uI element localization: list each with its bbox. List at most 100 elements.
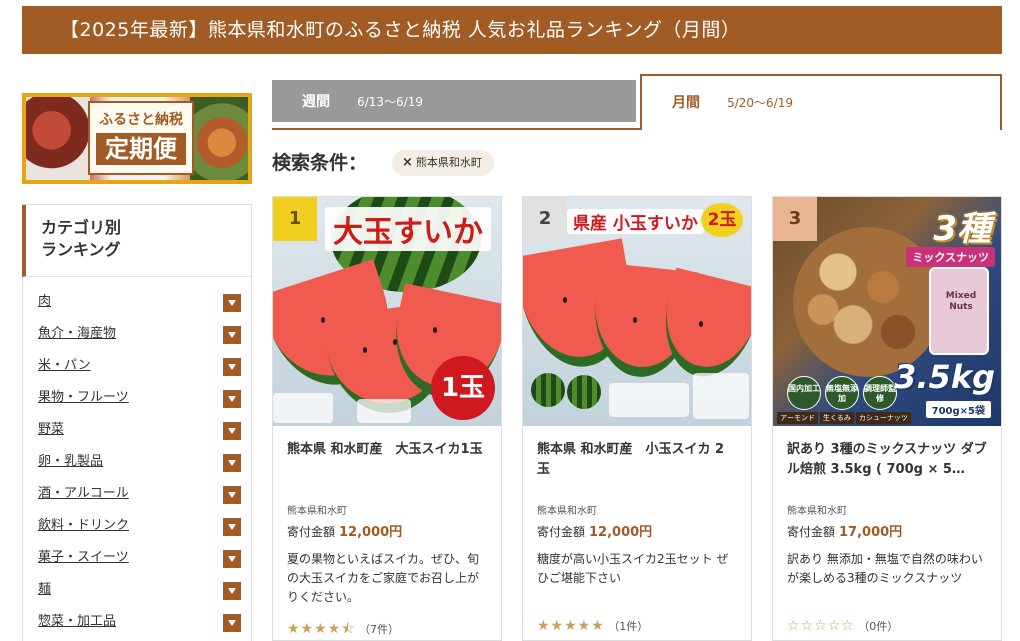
nut-type-tag: カシューナッツ	[855, 412, 911, 424]
product-card-rank-2[interactable]: 県産 小玉すいか 2玉 2 熊本県 和水町産 小玉スイカ 2玉 熊本県和水町 寄…	[522, 196, 752, 641]
product-info: 訳あり 3種のミックスナッツ ダブル焙煎 3.5kg ( 700g × 5… 熊…	[773, 426, 1001, 634]
category-item-drinks: 飲料・ドリンク	[23, 515, 251, 547]
category-link[interactable]: 麺	[38, 582, 51, 597]
category-ranking-panel: カテゴリ別 ランキング 肉 魚介・海産物 米・パン 果物・フルーツ 野菜 卵・乳…	[22, 204, 252, 641]
tab-weekly[interactable]: 週間 6/13〜6/19	[272, 80, 636, 122]
price-value: 12,000円	[339, 525, 403, 540]
watermelon-seed	[699, 321, 703, 327]
banner-vegetable-image	[190, 97, 248, 180]
category-link[interactable]: 卵・乳製品	[38, 454, 103, 469]
product-image: Mixed Nuts 3種 ミックスナッツ 国内加工 無塩無添加 調理師監修 3…	[773, 197, 1001, 426]
chevron-down-icon[interactable]	[223, 358, 241, 376]
search-condition-chip[interactable]: × 熊本県和水町	[392, 150, 494, 176]
review-count: （1件）	[608, 620, 649, 633]
search-condition-label: 検索条件：	[272, 152, 368, 174]
category-link[interactable]: 惣菜・加工品	[38, 614, 116, 629]
product-image-subtitle: ミックスナッツ	[906, 247, 995, 267]
price-label: 寄付金額	[787, 525, 836, 539]
watermelon-seed	[321, 317, 325, 323]
category-link[interactable]: 酒・アルコール	[38, 486, 129, 501]
category-item-vegetables: 野菜	[23, 419, 251, 451]
product-image: 県産 小玉すいか 2玉 2	[523, 197, 751, 426]
category-link[interactable]: 菓子・スイーツ	[38, 550, 129, 565]
price-value: 17,000円	[839, 525, 903, 540]
product-municipality: 熊本県和水町	[787, 506, 847, 517]
product-title[interactable]: 熊本県 和水町産 小玉スイカ 2玉	[537, 440, 737, 484]
chevron-down-icon[interactable]	[223, 422, 241, 440]
product-image-title: 県産 小玉すいか	[567, 209, 704, 234]
feature-chip-row: 国内加工 無塩無添加 調理師監修	[787, 376, 897, 410]
product-card-rank-1[interactable]: 大玉すいか 1玉 1 熊本県 和水町産 大玉スイカ1玉 熊本県和水町 寄付金額 1…	[272, 196, 502, 641]
banner-line2: 定期便	[96, 133, 186, 165]
star-rating-icon: ★★★★⯪	[287, 621, 356, 637]
banner-image: ふるさと納税 定期便	[26, 97, 248, 180]
product-price: 寄付金額 12,000円	[537, 521, 737, 540]
chevron-down-icon[interactable]	[223, 294, 241, 312]
ice-cubes	[273, 393, 333, 423]
chevron-down-icon[interactable]	[223, 326, 241, 344]
product-image-badge: 2玉	[701, 203, 743, 237]
small-watermelon	[567, 375, 601, 409]
price-label: 寄付金額	[537, 525, 586, 539]
category-item-eggs-dairy: 卵・乳製品	[23, 451, 251, 483]
banner-meat-image	[26, 97, 90, 180]
review-count: （7件）	[358, 623, 399, 636]
rank-badge: 2	[523, 197, 567, 241]
chevron-down-icon[interactable]	[223, 614, 241, 632]
category-item-rice-bread: 米・パン	[23, 355, 251, 387]
nut-type-tags: アーモンド 生くるみ カシューナッツ	[777, 412, 911, 424]
chevron-down-icon[interactable]	[223, 390, 241, 408]
page-title: 【2025年最新】熊本県和水町のふるさと納税 人気お礼品ランキング（月間）	[22, 6, 1002, 54]
product-title[interactable]: 熊本県 和水町産 大玉スイカ1玉	[287, 440, 487, 484]
product-card-rank-3[interactable]: Mixed Nuts 3種 ミックスナッツ 国内加工 無塩無添加 調理師監修 3…	[772, 196, 1002, 641]
category-ranking-heading: カテゴリ別 ランキング	[22, 205, 251, 277]
feature-chip: 調理師監修	[863, 376, 897, 410]
nut-type-tag: アーモンド	[777, 412, 818, 424]
category-link[interactable]: 果物・フルーツ	[38, 390, 129, 405]
category-link[interactable]: 魚介・海産物	[38, 326, 116, 341]
category-heading-line1: カテゴリ別	[41, 218, 122, 237]
product-image-weight: 3.5kg	[894, 358, 995, 396]
category-link[interactable]: 野菜	[38, 422, 64, 437]
banner-line1: ふるさと納税	[99, 112, 183, 128]
chevron-down-icon[interactable]	[223, 486, 241, 504]
product-title[interactable]: 訳あり 3種のミックスナッツ ダブル焙煎 3.5kg ( 700g × 5…	[787, 440, 987, 484]
category-item-noodles: 麺	[23, 579, 251, 611]
small-watermelon	[531, 373, 565, 407]
product-price: 寄付金額 12,000円	[287, 521, 487, 540]
star-rating-icon: ★★★★★	[537, 618, 605, 634]
product-price: 寄付金額 17,000円	[787, 521, 987, 540]
ice-cubes	[357, 399, 411, 423]
category-link[interactable]: 肉	[38, 294, 51, 309]
chevron-down-icon[interactable]	[223, 582, 241, 600]
tab-monthly-range: 5/20〜6/19	[727, 96, 793, 110]
category-item-fruit: 果物・フルーツ	[23, 387, 251, 419]
teiki-bin-banner[interactable]: ふるさと納税 定期便	[22, 93, 252, 184]
tab-underline	[272, 128, 641, 130]
ice-cubes	[609, 383, 689, 417]
tab-monthly[interactable]: 月間 5/20〜6/19	[640, 74, 1002, 130]
product-description: 夏の果物といえばスイカ。ぜひ、旬の大玉スイカをご家庭でお召し上がりください。	[287, 552, 480, 604]
watermelon-seed	[633, 317, 637, 323]
chevron-down-icon[interactable]	[223, 550, 241, 568]
nut-bag-label: Mixed Nuts	[945, 291, 977, 312]
category-item-seafood: 魚介・海産物	[23, 323, 251, 355]
category-item-sweets: 菓子・スイーツ	[23, 547, 251, 579]
chevron-down-icon[interactable]	[223, 454, 241, 472]
category-item-alcohol: 酒・アルコール	[23, 483, 251, 515]
product-description: 糖度が高い小玉スイカ2玉セット ぜひご堪能下さい	[537, 552, 729, 585]
category-link[interactable]: 米・パン	[38, 358, 91, 373]
ice-cubes	[693, 373, 749, 419]
tab-monthly-label: 月間	[672, 95, 700, 111]
watermelon-seed	[433, 327, 437, 333]
category-item-meat: 肉	[23, 291, 251, 323]
category-link[interactable]: 飲料・ドリンク	[38, 518, 129, 533]
chevron-down-icon[interactable]	[223, 518, 241, 536]
star-rating-icon: ☆☆☆☆☆	[787, 618, 855, 634]
feature-chip: 無塩無添加	[825, 376, 859, 410]
product-image-title: 3種	[933, 209, 991, 249]
close-icon[interactable]: ×	[402, 155, 413, 170]
tab-weekly-label: 週間	[302, 94, 330, 110]
product-image-badge: 1玉	[431, 356, 495, 420]
category-item-prepared-foods: 惣菜・加工品	[23, 611, 251, 641]
